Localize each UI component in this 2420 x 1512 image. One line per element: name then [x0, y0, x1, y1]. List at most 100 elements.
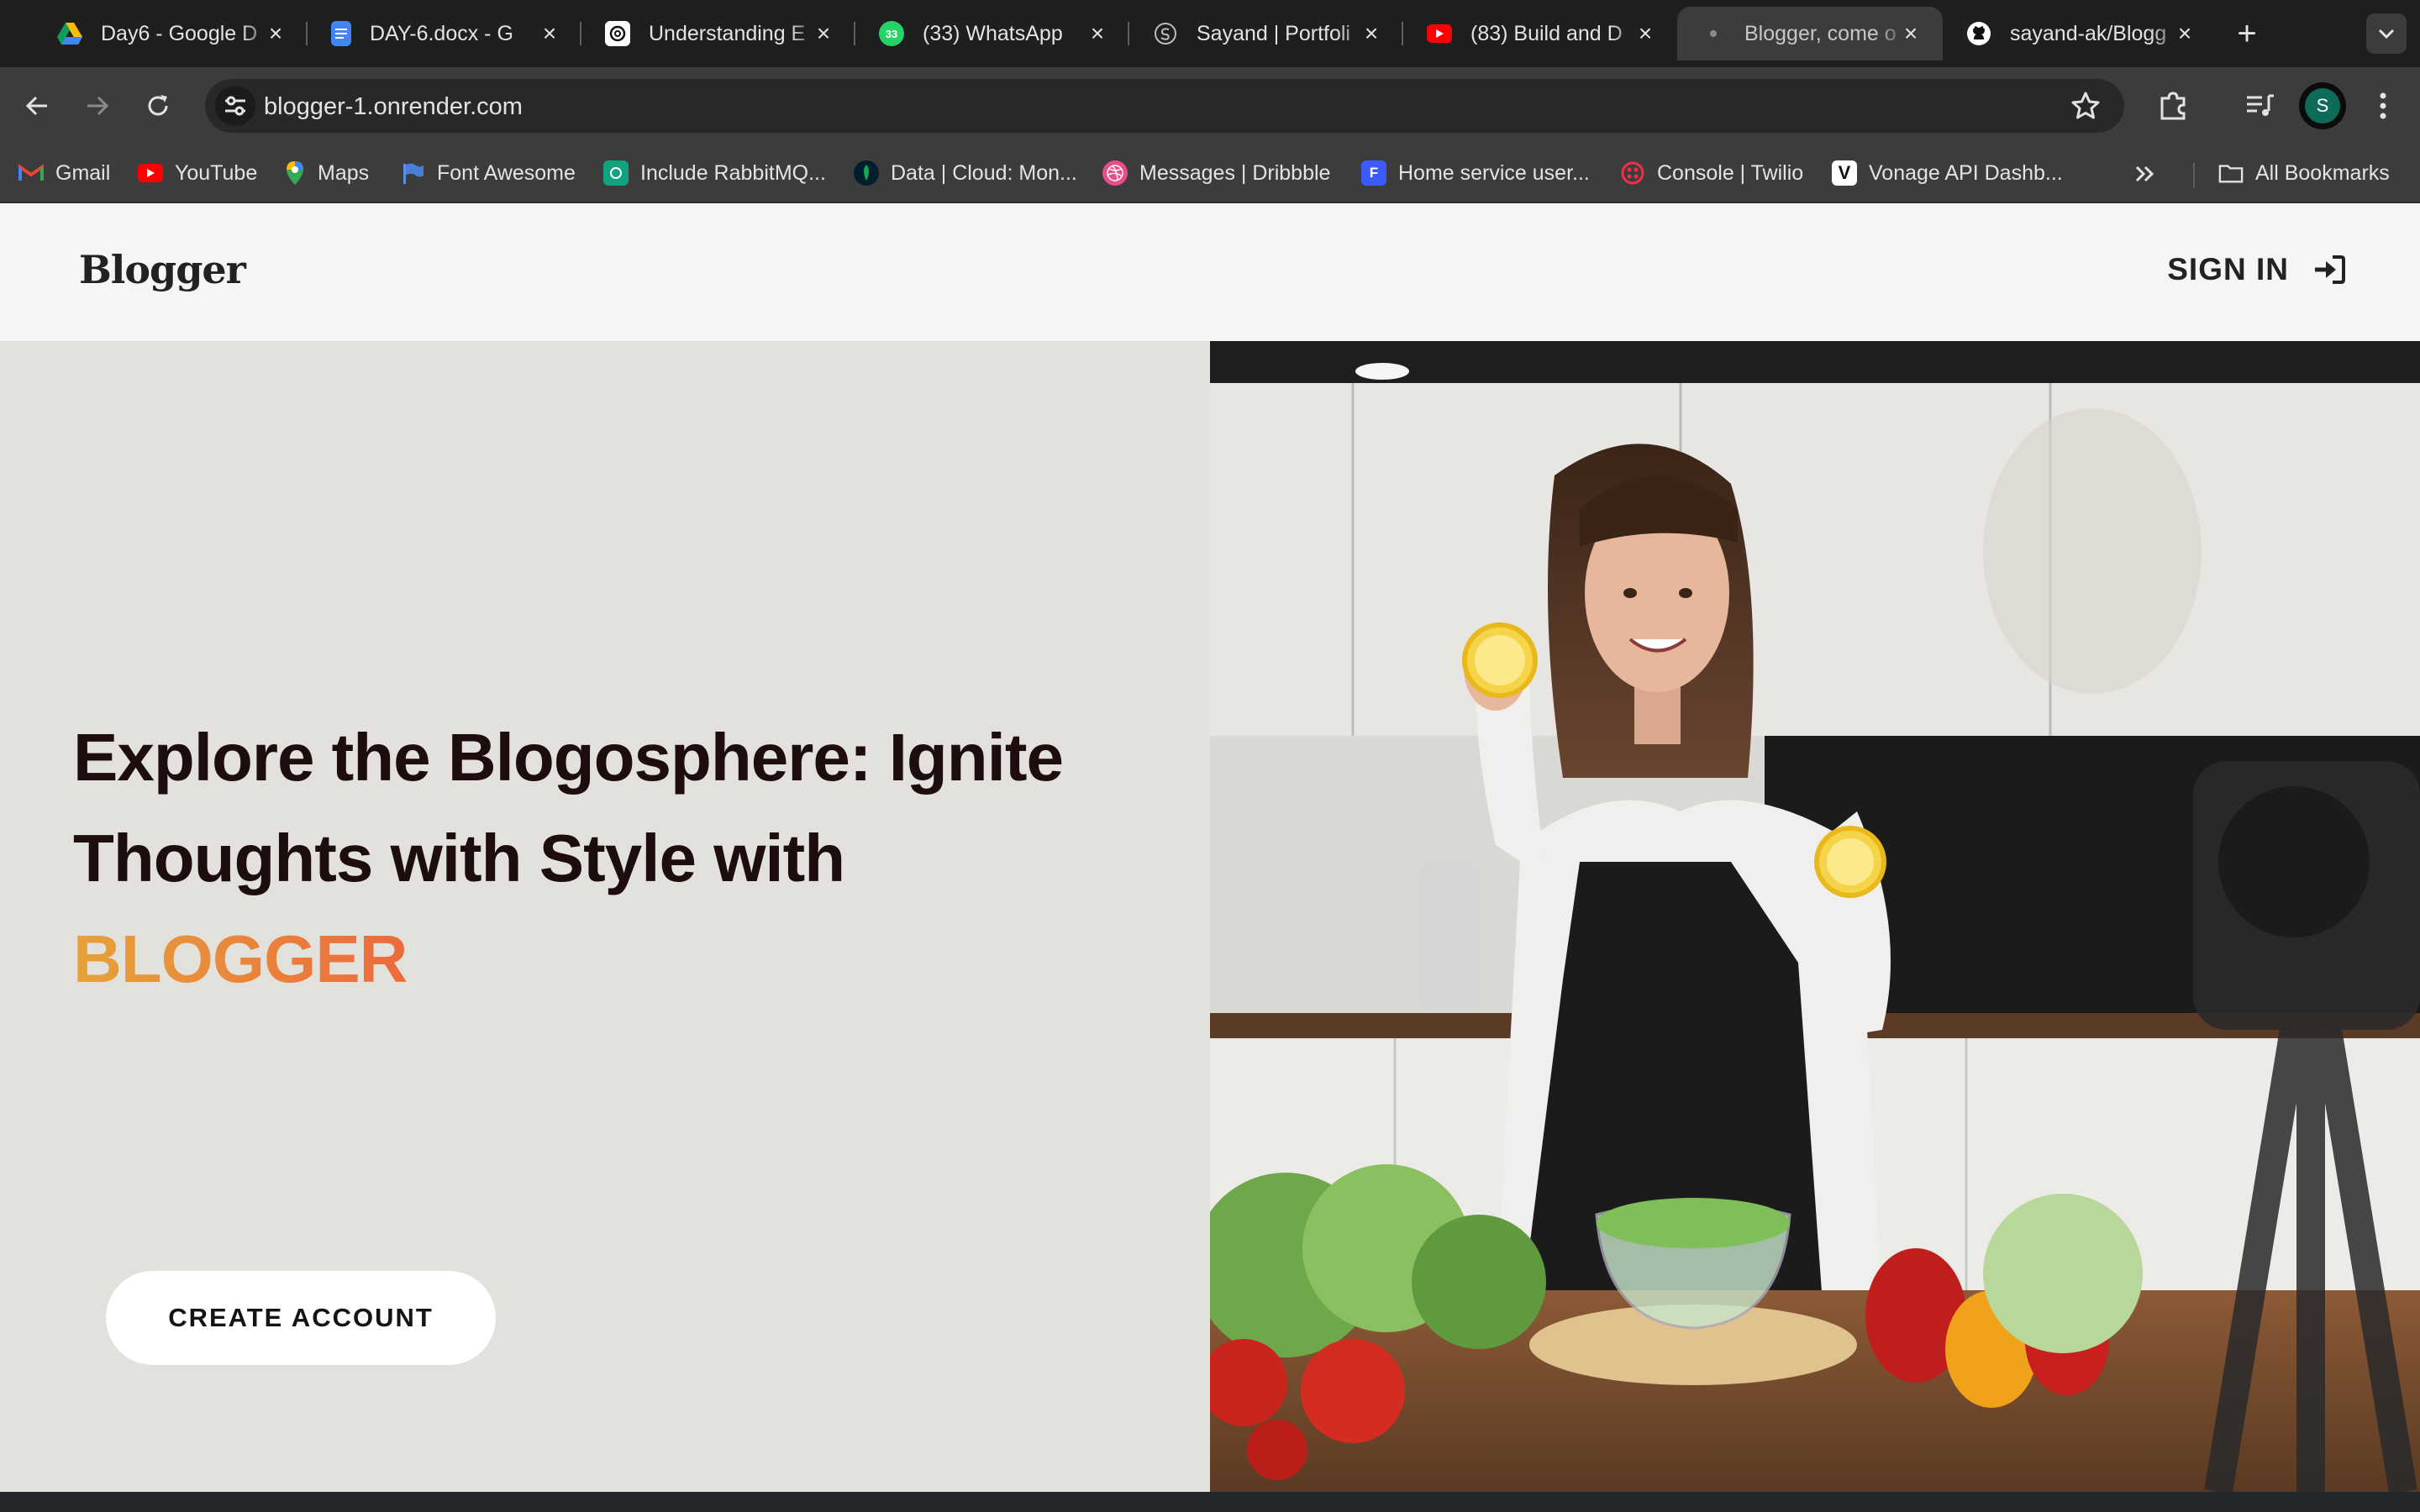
bookmarks-overflow-button[interactable]	[2134, 161, 2156, 190]
dribbble-icon	[1102, 160, 1128, 186]
bookmark-home-service[interactable]: F Home service user...	[1361, 156, 1590, 190]
tab-title: sayand-ak/Blogg	[2010, 21, 2167, 45]
close-icon[interactable]: ×	[1082, 18, 1113, 49]
close-icon[interactable]: ×	[260, 18, 291, 49]
google-docs-icon	[331, 21, 351, 46]
headline-text: Explore the Blogosphere: Ignite Thoughts…	[73, 720, 1064, 895]
hero-headline: Explore the Blogosphere: Ignite Thoughts…	[73, 707, 1149, 1010]
bookmark-dribbble[interactable]: Messages | Dribbble	[1102, 156, 1330, 190]
reload-button[interactable]	[136, 84, 180, 128]
extensions-button[interactable]	[2153, 86, 2193, 126]
create-account-button[interactable]: CREATE ACCOUNT	[106, 1271, 496, 1365]
close-icon[interactable]: ×	[1630, 18, 1660, 49]
youtube-icon	[138, 164, 163, 182]
hero-section: Explore the Blogosphere: Ignite Thoughts…	[0, 341, 1210, 1492]
bookmark-label: Gmail	[55, 160, 111, 185]
tab-title: (83) Build and D	[1470, 21, 1623, 45]
brand-word: BLOGGER	[73, 921, 408, 996]
flag-icon	[400, 160, 425, 186]
bookmark-label: Home service user...	[1398, 160, 1590, 185]
whatsapp-badge: 33	[885, 27, 898, 40]
twilio-icon	[1620, 160, 1645, 186]
profile-initial: S	[2305, 88, 2340, 123]
tab-title: Sayand | Portfoli	[1197, 21, 1350, 45]
site-logo[interactable]: Blogger	[79, 247, 246, 292]
browser-menu-button[interactable]	[2363, 86, 2403, 126]
chevron-down-icon	[2378, 29, 2395, 39]
site-info-button[interactable]	[215, 86, 255, 126]
browser-toolbar: blogger-1.onrender.com S	[0, 67, 2420, 144]
bookmark-star-button[interactable]	[2069, 89, 2102, 123]
tab-understanding[interactable]: Understanding E ×	[581, 7, 855, 60]
tune-icon	[225, 96, 245, 116]
chatgpt-icon	[605, 21, 630, 46]
bookmark-vonage[interactable]: V Vonage API Dashb...	[1832, 156, 2063, 190]
tab-whatsapp[interactable]: 33 (33) WhatsApp ×	[855, 7, 1129, 60]
new-tab-button[interactable]: +	[2227, 13, 2267, 54]
bookmark-twilio[interactable]: Console | Twilio	[1620, 156, 1803, 190]
more-vertical-icon	[2380, 92, 2386, 119]
gmail-icon	[18, 160, 44, 186]
profile-avatar[interactable]: S	[2299, 82, 2346, 129]
bookmark-font-awesome[interactable]: Font Awesome	[400, 156, 576, 190]
all-bookmarks-label: All Bookmarks	[2255, 160, 2390, 185]
bookmark-mongodb[interactable]: Data | Cloud: Mon...	[854, 156, 1077, 190]
tab-search-button[interactable]	[2366, 13, 2407, 54]
site-header: Blogger SIGN IN	[0, 203, 2420, 341]
bookmark-maps[interactable]: Maps	[284, 156, 369, 190]
openai-icon	[603, 160, 629, 186]
media-control-button[interactable]	[2240, 86, 2281, 126]
bookmark-label: Vonage API Dashb...	[1869, 160, 2063, 185]
page-bottom-strip	[0, 1492, 2420, 1512]
bookmark-label: Messages | Dribbble	[1139, 160, 1331, 185]
queue-music-icon	[2247, 94, 2274, 116]
bookmark-label: Font Awesome	[437, 160, 576, 185]
tab-day6-drive[interactable]: Day6 - Google D ×	[34, 7, 308, 60]
forward-button[interactable]	[76, 84, 119, 128]
close-icon[interactable]: ×	[2170, 18, 2200, 49]
bookmarks-bar: Gmail YouTube Maps Font Awesome Include …	[0, 144, 2420, 203]
bookmarks-separator	[2193, 163, 2195, 188]
url-text[interactable]: blogger-1.onrender.com	[264, 93, 523, 121]
tab-title: Day6 - Google D	[101, 21, 258, 45]
bookmark-rabbitmq[interactable]: Include RabbitMQ...	[603, 156, 826, 190]
close-icon[interactable]: ×	[1356, 18, 1386, 49]
tab-blogger-active[interactable]: Blogger, come o ×	[1677, 7, 1943, 60]
github-icon	[1966, 21, 1991, 46]
signin-label: SIGN IN	[2167, 252, 2289, 286]
maps-pin-icon	[284, 160, 306, 186]
star-icon	[2071, 92, 2100, 119]
hero-photo	[1210, 341, 2420, 1492]
tab-strip: Day6 - Google D × DAY-6.docx - G × Under…	[0, 0, 2420, 67]
puzzle-icon	[2160, 92, 2186, 120]
tab-youtube-build[interactable]: (83) Build and D ×	[1403, 7, 1677, 60]
forms-icon: F	[1361, 160, 1386, 186]
tab-day6-docx[interactable]: DAY-6.docx - G ×	[308, 7, 581, 60]
bookmark-gmail[interactable]: Gmail	[18, 156, 110, 190]
folder-icon	[2218, 160, 2244, 186]
tab-github[interactable]: sayand-ak/Blogg ×	[1943, 7, 2217, 60]
tab-title: (33) WhatsApp	[923, 21, 1063, 45]
bookmark-label: Data | Cloud: Mon...	[891, 160, 1077, 185]
close-icon[interactable]: ×	[534, 18, 565, 49]
close-icon[interactable]: ×	[1896, 18, 1926, 49]
youtube-icon	[1427, 24, 1452, 43]
bookmark-label: YouTube	[175, 160, 258, 185]
tab-title: DAY-6.docx - G	[370, 21, 513, 45]
tab-title: Blogger, come o	[1744, 21, 1897, 45]
sign-in-icon	[2315, 255, 2345, 284]
address-bar[interactable]: blogger-1.onrender.com	[205, 79, 2124, 133]
all-bookmarks-button[interactable]: All Bookmarks	[2218, 156, 2390, 190]
signin-button[interactable]: SIGN IN	[2167, 252, 2346, 287]
reload-icon	[148, 95, 168, 116]
double-chevron-right-icon	[2135, 165, 2154, 182]
bookmark-youtube[interactable]: YouTube	[138, 156, 257, 190]
arrow-left-icon	[25, 96, 47, 116]
back-button[interactable]	[15, 84, 59, 128]
mongodb-leaf-icon	[854, 160, 879, 186]
page-icon	[1701, 21, 1726, 46]
tab-portfolio[interactable]: Sayand | Portfoli ×	[1129, 7, 1403, 60]
webpage: Blogger SIGN IN Explore the Blogosphere:…	[0, 203, 2420, 1492]
close-icon[interactable]: ×	[808, 18, 839, 49]
bookmark-label: Maps	[318, 160, 370, 185]
